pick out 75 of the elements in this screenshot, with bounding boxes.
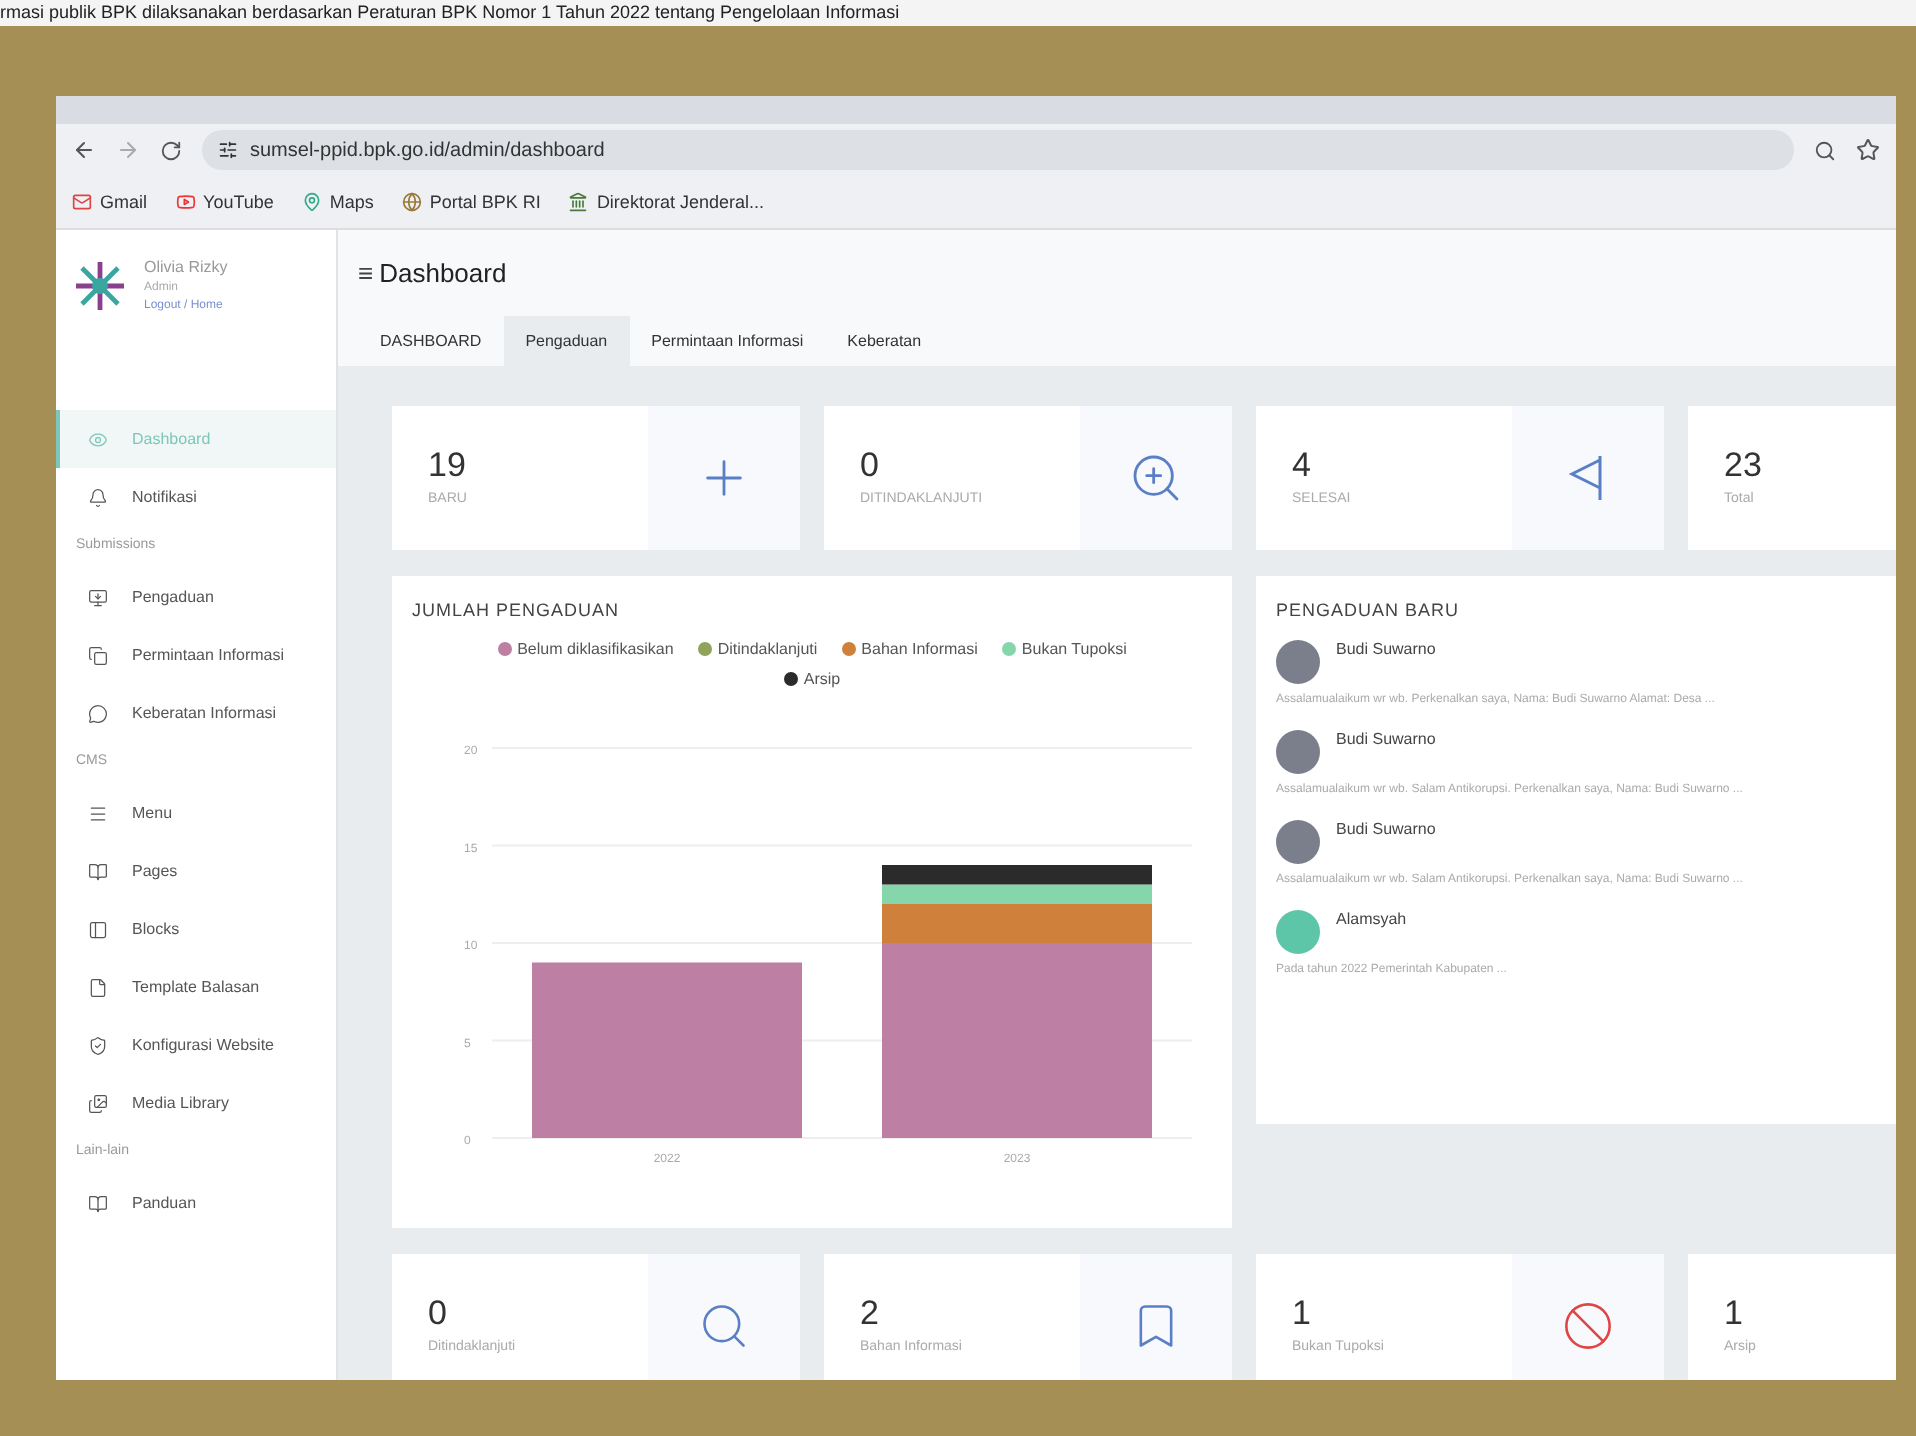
menu-item-icon — [88, 1035, 108, 1055]
panel-title: PENGADUAN BARU — [1276, 600, 1462, 620]
menu-item-icon — [88, 587, 108, 607]
sidebar-item[interactable]: Menu — [56, 784, 336, 842]
menu-item-icon — [88, 803, 108, 823]
sidebar-item[interactable]: Notifikasi — [56, 468, 336, 526]
bookmark-link[interactable]: YouTube — [175, 192, 274, 212]
stat-value: 1 — [1724, 1294, 1745, 1334]
menu-item-icon — [88, 919, 108, 939]
url-text: sumsel-ppid.bpk.go.id/admin/dashboard — [250, 139, 605, 161]
menu-item-icon — [88, 703, 108, 723]
avatar — [1276, 910, 1320, 954]
slide-caption: rmasi publik BPK dilaksanakan berdasarkan Peraturan BPK Nomor 1 Tahun 2022 tentang Pengelolaan Informasi — [0, 0, 1916, 26]
menu-item-icon — [88, 645, 108, 665]
menu-item-icon — [88, 429, 108, 449]
legend-item[interactable]: Arsip — [783, 670, 841, 688]
legend-item[interactable]: Bukan Tupoksi — [1001, 640, 1127, 658]
sidebar-item[interactable]: Blocks — [56, 900, 336, 958]
panel-title: JUMLAH PENGADUAN — [412, 600, 622, 620]
sidebar-item[interactable]: Permintaan Informasi — [56, 626, 336, 684]
stat-value: 0 — [428, 1294, 449, 1334]
legend-item[interactable]: Ditindaklanjuti — [697, 640, 818, 658]
stat-value: 1 — [1292, 1294, 1313, 1334]
address-bar[interactable]: sumsel-ppid.bpk.go.id/admin/dashboard — [202, 130, 1794, 170]
landmark-icon — [568, 192, 589, 212]
menu-item-icon — [88, 861, 108, 881]
avatar — [1276, 640, 1320, 684]
tab[interactable]: Permintaan Informasi — [629, 316, 826, 366]
logo-icon — [72, 258, 128, 314]
legend-item[interactable]: Belum diklasifikasikan — [497, 640, 674, 658]
sidebar-item[interactable]: Panduan — [56, 1174, 336, 1232]
menu-item-icon — [88, 1193, 108, 1213]
sidebar-item[interactable]: Keberatan Informasi — [56, 684, 336, 742]
sidebar-item[interactable]: Pages — [56, 842, 336, 900]
menu-toggle[interactable]: ≡ — [358, 258, 374, 288]
tab[interactable]: DASHBOARD — [358, 316, 504, 366]
stat-value: 2 — [860, 1294, 881, 1334]
stat-value: 4 — [1292, 446, 1313, 486]
stat-value: 0 — [860, 446, 881, 486]
youtube-icon — [175, 192, 196, 212]
menu-item-icon — [88, 1093, 108, 1113]
menu-item-icon — [88, 977, 108, 997]
map-pin-icon — [301, 192, 322, 212]
zoom-in-icon — [1128, 450, 1184, 506]
globe-icon — [401, 192, 422, 212]
stat-value: 23 — [1724, 446, 1764, 486]
bookmark-link[interactable]: Direktorat Jenderal... — [568, 192, 764, 212]
complainant-name[interactable]: Alamsyah — [1336, 910, 1407, 954]
bookmark-link[interactable]: Maps — [301, 192, 374, 212]
sidebar-item[interactable]: Template Balasan — [56, 958, 336, 1016]
complainant-name[interactable]: Budi Suwarno — [1336, 640, 1436, 684]
star-icon[interactable] — [1856, 138, 1880, 162]
sidebar-item[interactable]: Pengaduan — [56, 568, 336, 626]
stat-value: 19 — [428, 446, 468, 486]
search-icon[interactable] — [1814, 139, 1836, 161]
tab[interactable]: Pengaduan — [503, 316, 630, 366]
page-title: Dashboard — [379, 258, 507, 288]
user-name: Olivia Rizky — [144, 258, 228, 276]
bookmark-link[interactable]: Portal BPK RI — [401, 192, 541, 212]
search-icon — [698, 1300, 750, 1352]
sidebar-item[interactable]: Konfigurasi Website — [56, 1016, 336, 1074]
avatar — [1276, 730, 1320, 774]
ban-icon — [1562, 1300, 1614, 1352]
avatar — [1276, 820, 1320, 864]
bookmark-link[interactable]: Gmail — [72, 192, 148, 212]
menu-item-icon — [88, 487, 108, 507]
legend-item[interactable]: Bahan Informasi — [841, 640, 978, 658]
reload-icon[interactable] — [160, 139, 182, 161]
tab[interactable]: Keberatan — [825, 316, 944, 366]
complainant-name[interactable]: Budi Suwarno — [1336, 820, 1436, 864]
sidebar-item[interactable]: Media Library — [56, 1074, 336, 1132]
back-icon[interactable] — [72, 138, 96, 162]
site-settings-icon[interactable] — [218, 140, 238, 160]
mail-icon — [72, 192, 92, 212]
complainant-name[interactable]: Budi Suwarno — [1336, 730, 1436, 774]
